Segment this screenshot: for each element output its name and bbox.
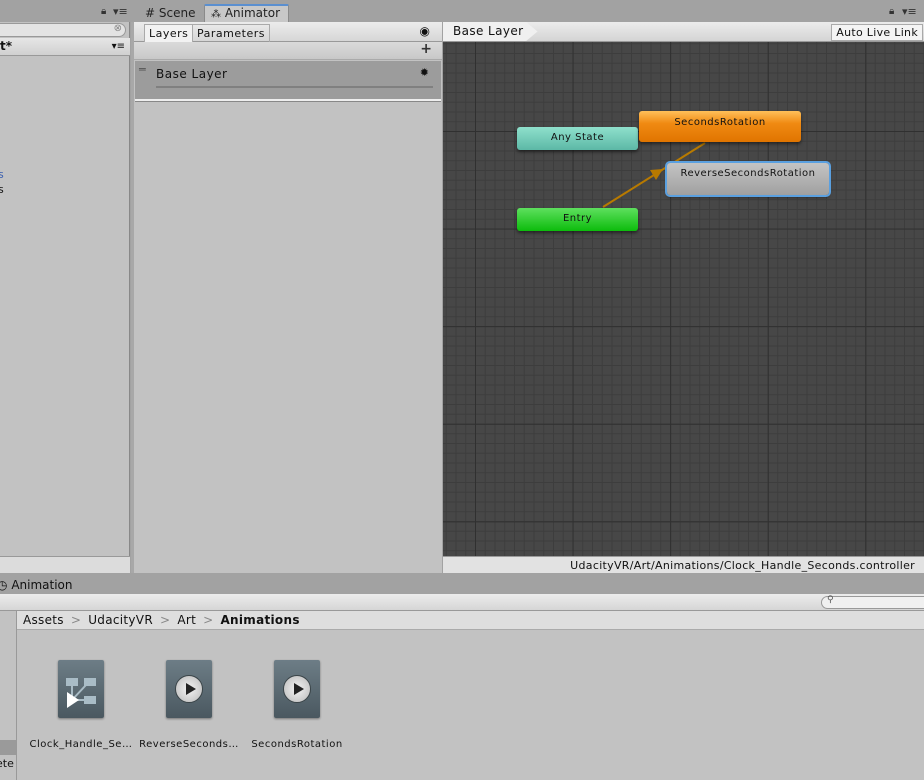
state-reverse-seconds-rotation[interactable]: ReverseSecondsRotation	[667, 163, 829, 195]
auto-live-link-button[interactable]: Auto Live Link	[831, 24, 923, 41]
animation-clip-icon	[166, 660, 212, 718]
gear-icon[interactable]: ✹	[420, 66, 429, 79]
tab-label: Animation	[11, 578, 73, 592]
crumb-animations[interactable]: Animations	[220, 613, 299, 627]
clear-icon[interactable]: ⊗	[114, 23, 122, 34]
tab-label: Animator	[224, 6, 280, 20]
crumb-art[interactable]: Art	[177, 613, 196, 627]
list-item[interactable]: s	[0, 183, 4, 196]
window-tab-bar: 🔒︎ ▾≡ # Scene ⁂ Animator 🔒︎ ▾≡	[0, 0, 924, 22]
animator-controller-icon	[58, 660, 104, 718]
project-folder-tree: ete	[0, 611, 17, 780]
layer-weight-bar	[156, 86, 433, 88]
menu-icon[interactable]: ▾≡	[113, 5, 128, 18]
tab-layers[interactable]: Layers	[144, 24, 194, 42]
state-any-state[interactable]: Any State	[517, 127, 638, 150]
layers-tabbar: Layers Parameters ◉	[134, 22, 442, 42]
tab-animator[interactable]: ⁂ Animator	[204, 4, 289, 22]
scene-name: t*	[0, 39, 13, 53]
crumb-assets[interactable]: Assets	[23, 613, 64, 627]
folder-item[interactable]: ete	[0, 757, 14, 770]
layers-panel: Layers Parameters ◉ + ═ Base Layer ✹	[134, 22, 442, 573]
drag-handle-icon[interactable]: ═	[139, 63, 146, 76]
list-item[interactable]: s	[0, 168, 4, 181]
asset-label: Clock_Handle_Se…	[29, 739, 133, 750]
clock-icon: ◷	[0, 578, 8, 592]
asset-label: ReverseSeconds…	[139, 739, 239, 750]
menu-icon[interactable]: ▾≡	[902, 5, 917, 18]
eye-icon[interactable]: ◉	[420, 24, 430, 38]
tab-parameters[interactable]: Parameters	[192, 24, 270, 42]
lock-icon[interactable]: 🔒︎	[101, 6, 106, 17]
grid-hash-icon: #	[145, 6, 156, 20]
search-icon: ⚲	[827, 595, 834, 605]
add-layer-button[interactable]: +	[420, 41, 432, 57]
chevron-right-icon: >	[203, 613, 214, 627]
crumb-udacityvr[interactable]: UdacityVR	[88, 613, 153, 627]
project-panel: ⚲ ete Assets > UdacityVR > Art > Animations Cl…	[0, 594, 924, 780]
animator-icon: ⁂	[211, 9, 221, 20]
asset-clock-handle-controller[interactable]	[58, 660, 104, 718]
scene-header: t* ▾≡	[0, 38, 130, 56]
layer-name: Base Layer	[156, 67, 228, 81]
asset-label: SecondsRotation	[251, 739, 343, 750]
tab-scene[interactable]: # Scene	[139, 4, 201, 22]
layers-toolbar: +	[134, 41, 442, 60]
tab-label: Scene	[158, 6, 196, 20]
menu-icon[interactable]: ▾≡	[112, 38, 125, 55]
project-breadcrumb: Assets > UdacityVR > Art > Animations	[17, 611, 924, 630]
breadcrumb-base-layer[interactable]: Base Layer	[443, 22, 538, 41]
graph-canvas[interactable]: Any State SecondsRotation ReverseSeconds…	[443, 42, 924, 556]
controller-path: UdacityVR/Art/Animations/Clock_Handle_Se…	[443, 556, 924, 573]
folder-item-selected[interactable]	[0, 740, 16, 755]
animator-graph: Base Layer Auto Live Link Any State Seco…	[443, 22, 924, 573]
animation-clip-icon	[274, 660, 320, 718]
graph-toolbar: Base Layer Auto Live Link	[443, 22, 924, 42]
search-input[interactable]: ⚲	[821, 595, 924, 609]
chevron-right-icon: >	[70, 613, 82, 627]
search-input[interactable]: ⊗	[0, 23, 126, 37]
chevron-right-icon: >	[159, 613, 171, 627]
state-entry[interactable]: Entry	[517, 208, 638, 231]
lock-icon[interactable]: 🔒︎	[889, 6, 894, 17]
arrowhead-icon	[650, 169, 663, 180]
asset-seconds-rotation[interactable]	[274, 660, 320, 718]
layer-item-base[interactable]: ═ Base Layer ✹	[135, 61, 441, 101]
project-toolbar: ⚲	[0, 594, 924, 611]
animation-tab[interactable]: ◷ Animation	[0, 576, 924, 594]
state-seconds-rotation[interactable]: SecondsRotation	[639, 111, 801, 142]
asset-reverse-seconds-rotation[interactable]	[166, 660, 212, 718]
hierarchy-footer	[0, 556, 130, 573]
hierarchy-panel: ⊗ t* ▾≡ s s	[0, 22, 130, 573]
